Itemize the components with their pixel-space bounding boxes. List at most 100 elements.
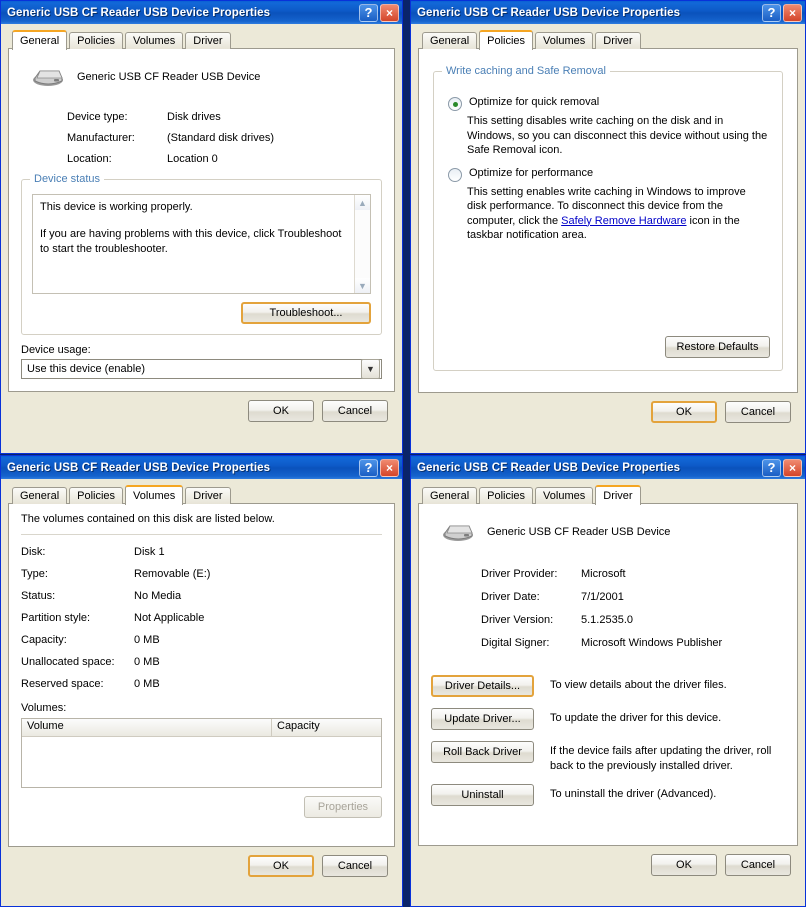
tab-driver[interactable]: Driver <box>185 487 231 504</box>
radio-selected-icon <box>448 97 462 111</box>
uninstall-button[interactable]: Uninstall <box>431 784 534 806</box>
divider <box>21 534 382 535</box>
property-row: Digital Signer: Microsoft Windows Publis… <box>481 637 785 649</box>
roll-back-driver-button[interactable]: Roll Back Driver <box>431 741 534 763</box>
radio-optimize-quick-removal[interactable]: Optimize for quick removal <box>448 96 768 111</box>
tab-bar: General Policies Volumes Driver <box>418 30 798 50</box>
cancel-button[interactable]: Cancel <box>322 400 388 422</box>
window-body: General Policies Volumes Driver Generic … <box>1 24 402 429</box>
device-name: Generic USB CF Reader USB Device <box>77 71 261 83</box>
tab-driver[interactable]: Driver <box>595 32 641 49</box>
ok-button[interactable]: OK <box>651 854 717 876</box>
close-icon[interactable]: × <box>783 458 802 477</box>
ok-button[interactable]: OK <box>651 401 717 423</box>
tab-policies[interactable]: Policies <box>69 32 124 49</box>
safely-remove-hardware-link[interactable]: Safely Remove Hardware <box>561 215 686 227</box>
device-header: Generic USB CF Reader USB Device <box>441 520 785 544</box>
column-header-capacity[interactable]: Capacity <box>272 719 381 736</box>
properties-window-policies: Generic USB CF Reader USB Device Propert… <box>410 0 806 454</box>
property-row: Type: Removable (E:) <box>21 568 382 580</box>
close-icon[interactable]: × <box>380 3 399 22</box>
tab-volumes[interactable]: Volumes <box>125 485 184 505</box>
ok-button[interactable]: OK <box>248 855 314 877</box>
close-icon[interactable]: × <box>783 3 802 22</box>
cancel-button[interactable]: Cancel <box>322 855 388 877</box>
property-row: Unallocated space: 0 MB <box>21 656 382 668</box>
help-icon[interactable]: ? <box>762 3 781 22</box>
tab-panel-driver: Generic USB CF Reader USB Device Driver … <box>418 503 798 846</box>
close-icon[interactable]: × <box>380 458 399 477</box>
device-usage-value: Use this device (enable) <box>27 363 146 375</box>
property-row: Disk: Disk 1 <box>21 546 382 558</box>
tab-driver[interactable]: Driver <box>595 485 641 505</box>
help-icon[interactable]: ? <box>359 3 378 22</box>
tab-panel-policies: Write caching and Safe Removal Optimize … <box>418 48 798 393</box>
driver-action-description: If the device fails after updating the d… <box>550 745 772 772</box>
window-title: Generic USB CF Reader USB Device Propert… <box>417 461 681 474</box>
ok-button[interactable]: OK <box>248 400 314 422</box>
title-bar: Generic USB CF Reader USB Device Propert… <box>411 456 805 479</box>
tab-general[interactable]: General <box>422 487 478 504</box>
update-driver-button[interactable]: Update Driver... <box>431 708 534 730</box>
tab-bar: General Policies Volumes Driver <box>8 30 395 50</box>
window-title: Generic USB CF Reader USB Device Propert… <box>417 6 681 19</box>
tab-policies[interactable]: Policies <box>479 30 534 50</box>
tab-volumes[interactable]: Volumes <box>535 487 594 504</box>
tab-panel-volumes: The volumes contained on this disk are l… <box>8 503 395 847</box>
window-body: General Policies Volumes Driver The volu… <box>1 479 402 884</box>
help-icon[interactable]: ? <box>359 458 378 477</box>
driver-action-row: Update Driver... To update the driver fo… <box>431 708 785 730</box>
write-caching-group: Write caching and Safe Removal Optimize … <box>433 65 783 371</box>
column-header-volume[interactable]: Volume <box>22 719 272 736</box>
help-icon[interactable]: ? <box>762 458 781 477</box>
driver-action-row: Roll Back Driver If the device fails aft… <box>431 741 785 773</box>
property-label: Unallocated space: <box>21 656 115 668</box>
tab-general[interactable]: General <box>12 487 68 504</box>
restore-defaults-button[interactable]: Restore Defaults <box>665 336 770 358</box>
tab-general[interactable]: General <box>12 30 68 50</box>
title-bar: Generic USB CF Reader USB Device Propert… <box>1 1 402 24</box>
radio-label: Optimize for performance <box>469 166 594 179</box>
property-label: Digital Signer: <box>481 637 550 649</box>
disk-drive-icon <box>441 520 475 544</box>
tab-policies[interactable]: Policies <box>69 487 124 504</box>
tab-volumes[interactable]: Volumes <box>125 32 184 49</box>
property-value: 0 MB <box>134 656 160 668</box>
driver-details-button[interactable]: Driver Details... <box>431 675 534 697</box>
status-scrollbar[interactable]: ▲ ▼ <box>354 195 370 293</box>
volumes-list-header: Volume Capacity <box>22 719 381 737</box>
dialog-footer: OK Cancel <box>418 393 798 423</box>
chevron-down-icon[interactable]: ▼ <box>361 359 380 379</box>
property-value: 0 MB <box>134 678 160 690</box>
device-status-group-label: Device status <box>30 173 105 185</box>
property-row: Status: No Media <box>21 590 382 602</box>
dialog-footer: OK Cancel <box>418 846 798 876</box>
property-value: Microsoft Windows Publisher <box>581 637 723 649</box>
property-value: (Standard disk drives) <box>167 132 274 144</box>
tab-general[interactable]: General <box>422 32 478 49</box>
device-status-box[interactable]: This device is working properly. If you … <box>32 194 371 294</box>
driver-action-description: To uninstall the driver (Advanced). <box>550 788 717 800</box>
tab-policies[interactable]: Policies <box>479 487 534 504</box>
cancel-button[interactable]: Cancel <box>725 854 791 876</box>
device-usage-select[interactable]: Use this device (enable) ▼ <box>21 359 382 379</box>
tab-driver[interactable]: Driver <box>185 32 231 49</box>
property-label: Capacity: <box>21 634 67 646</box>
write-caching-group-label: Write caching and Safe Removal <box>442 65 610 77</box>
volumes-list[interactable]: Volume Capacity <box>21 718 382 788</box>
radio-optimize-performance[interactable]: Optimize for performance <box>448 167 768 182</box>
property-row: Driver Provider: Microsoft <box>481 568 785 580</box>
device-header: Generic USB CF Reader USB Device <box>31 65 382 89</box>
radio-unselected-icon <box>448 167 462 182</box>
property-label: Manufacturer: <box>67 132 135 144</box>
property-label: Reserved space: <box>21 678 104 690</box>
driver-action-description: To update the driver for this device. <box>550 712 722 724</box>
cancel-button[interactable]: Cancel <box>725 401 791 423</box>
scroll-up-icon[interactable]: ▲ <box>355 195 370 210</box>
scroll-down-icon[interactable]: ▼ <box>355 278 370 293</box>
properties-window-driver: Generic USB CF Reader USB Device Propert… <box>410 455 806 907</box>
properties-window-volumes: Generic USB CF Reader USB Device Propert… <box>0 455 403 907</box>
troubleshoot-button[interactable]: Troubleshoot... <box>241 302 371 324</box>
tab-volumes[interactable]: Volumes <box>535 32 594 49</box>
driver-action-row: Driver Details... To view details about … <box>431 675 785 697</box>
